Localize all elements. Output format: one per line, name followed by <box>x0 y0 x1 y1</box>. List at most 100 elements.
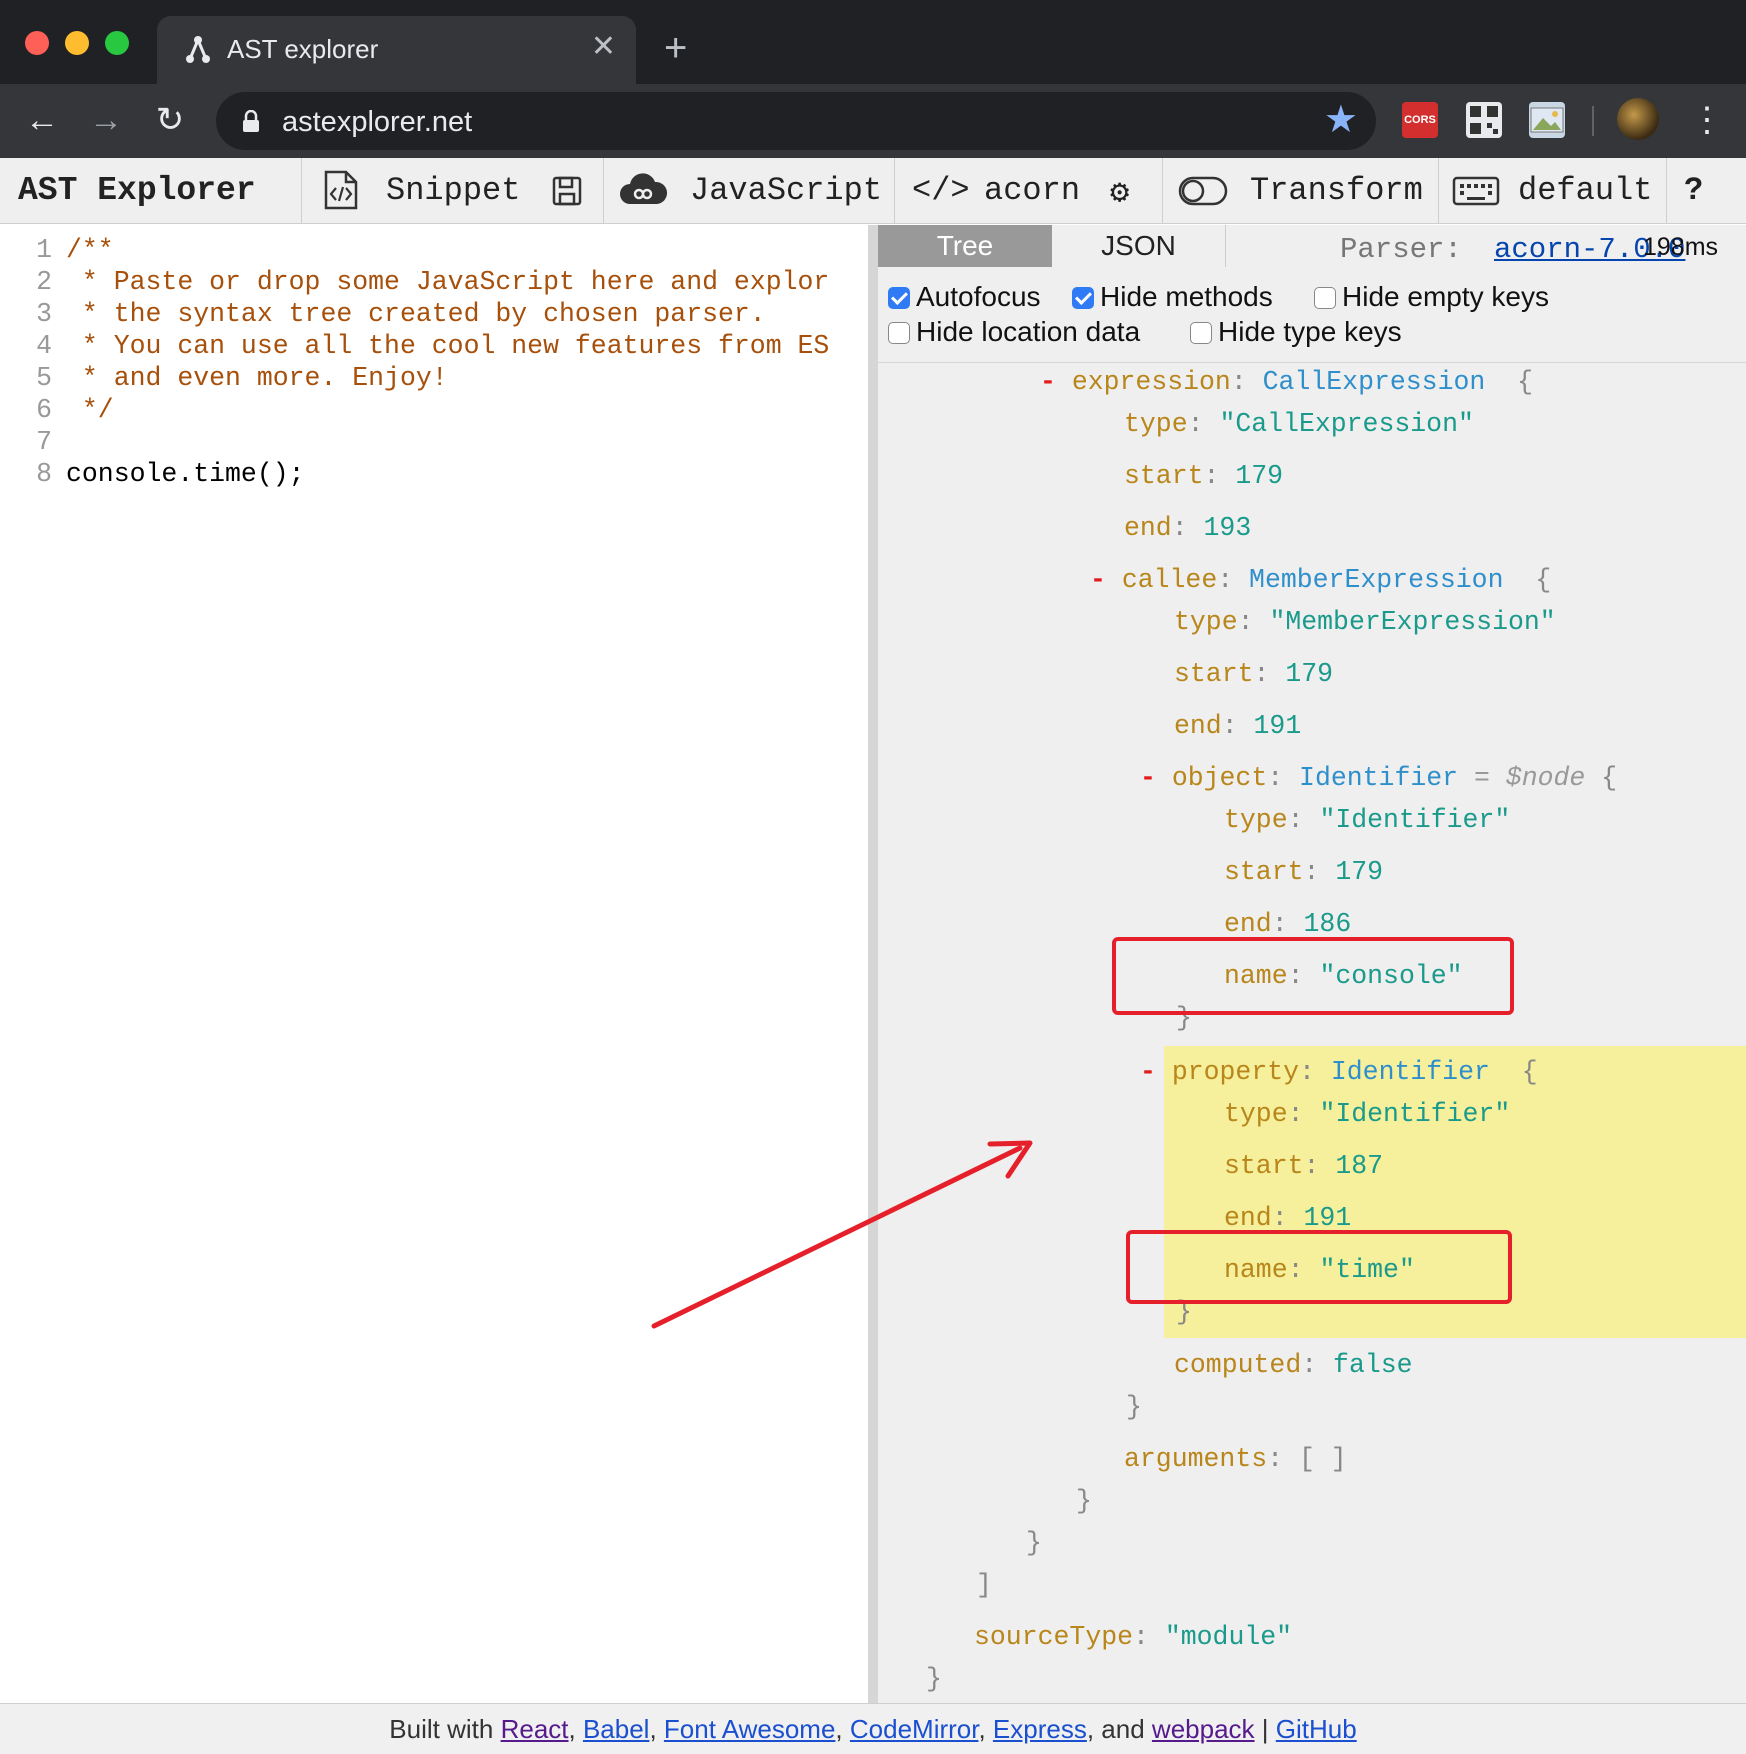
line-text: * Paste or drop some JavaScript here and… <box>66 267 830 297</box>
brace: } <box>1026 1528 1042 1558</box>
snippet-menu[interactable]: Snippet <box>386 172 520 209</box>
colon: : <box>1203 461 1220 491</box>
collapse-toggle[interactable]: - <box>1140 1057 1156 1087</box>
tree-prop: type: "Identifier" <box>1224 1098 1510 1130</box>
prop-key: end <box>1124 513 1172 543</box>
address-bar[interactable]: astexplorer.net ★ <box>216 92 1376 150</box>
line-number: 4 <box>36 331 52 361</box>
profile-avatar[interactable] <box>1617 98 1659 140</box>
tree-prop: type: "CallExpression" <box>1124 408 1474 440</box>
footer-link-express[interactable]: Express <box>993 1714 1087 1744</box>
prop-value: "CallExpression" <box>1219 409 1474 439</box>
open-brace: { <box>1517 367 1534 397</box>
prop-key: computed <box>1174 1350 1302 1380</box>
output-panel: Tree JSON Parser: acorn-7.0.0 198ms Auto… <box>878 225 1746 1703</box>
prop-key: type <box>1224 805 1288 835</box>
browser-tab-bar: AST explorer ✕ + <box>0 0 1746 84</box>
transform-toggle[interactable]: Transform <box>1250 172 1423 209</box>
prop-value: "module" <box>1164 1622 1293 1652</box>
tree-prop-arguments[interactable]: arguments: [ ] <box>1124 1443 1347 1475</box>
node-type: MemberExpression <box>1249 565 1504 595</box>
help-icon[interactable]: ? <box>1684 172 1703 209</box>
gear-icon[interactable]: ⚙ <box>1110 172 1129 212</box>
prop-value: 186 <box>1303 909 1352 939</box>
browser-toolbar: ← → ↻ astexplorer.net ★ CORS ⋮ <box>0 84 1746 158</box>
app-header: AST Explorer Snippet JavaScript </> acor… <box>0 158 1746 224</box>
footer-link-github[interactable]: GitHub <box>1276 1714 1357 1744</box>
node-key: property <box>1171 1057 1300 1087</box>
cloud-icon[interactable] <box>618 170 668 210</box>
annotation-box-time <box>1126 1230 1512 1304</box>
star-icon[interactable]: ★ <box>1324 98 1358 142</box>
colon: : <box>1267 1444 1284 1474</box>
qr-code-extension-icon[interactable] <box>1466 102 1502 138</box>
colon: : <box>1301 1350 1318 1380</box>
prop-key: type <box>1124 409 1188 439</box>
language-select[interactable]: JavaScript <box>690 172 882 209</box>
tree-node-object[interactable]: - object: Identifier = $node { <box>1140 762 1617 794</box>
plus-icon[interactable]: + <box>664 28 687 68</box>
prop-key: start <box>1224 857 1304 887</box>
zoom-window-button[interactable] <box>105 31 129 55</box>
forward-icon[interactable]: → <box>86 100 126 140</box>
prop-key: type <box>1174 607 1238 637</box>
collapse-toggle[interactable]: - <box>1140 763 1156 793</box>
colon: : <box>1271 1203 1288 1233</box>
keyboard-icon[interactable] <box>1452 170 1500 210</box>
cors-extension-icon[interactable]: CORS <box>1402 102 1438 138</box>
close-icon[interactable]: ✕ <box>591 32 616 62</box>
tree-prop: start: 179 <box>1124 460 1283 492</box>
node-key: object <box>1171 763 1268 793</box>
close-brace: } <box>1076 1485 1092 1517</box>
file-code-icon[interactable] <box>320 170 360 210</box>
minimize-window-button[interactable] <box>65 31 89 55</box>
close-brace: } <box>1026 1527 1042 1559</box>
annotation-box-console <box>1112 937 1514 1015</box>
save-icon[interactable] <box>552 170 582 210</box>
keymap-select[interactable]: default <box>1518 172 1652 209</box>
header-divider <box>894 158 895 224</box>
header-divider <box>301 158 302 224</box>
footer-link-codemirror[interactable]: CodeMirror <box>850 1714 979 1744</box>
node-ref: = $node <box>1473 763 1586 793</box>
image-extension-icon[interactable] <box>1529 102 1565 138</box>
tree-node-callee[interactable]: - callee: MemberExpression { <box>1090 564 1551 596</box>
footer-link-babel[interactable]: Babel <box>583 1714 650 1744</box>
node-key: expression <box>1071 367 1231 397</box>
url-text: astexplorer.net <box>282 106 473 138</box>
prop-key: end <box>1224 1203 1272 1233</box>
lock-icon <box>243 110 259 132</box>
close-window-button[interactable] <box>25 31 49 55</box>
code-editor[interactable]: 1 /** 2 * Paste or drop some JavaScript h… <box>0 225 868 1703</box>
prop-key: start <box>1124 461 1204 491</box>
app-title: AST Explorer <box>18 172 256 209</box>
footer-link-font-awesome[interactable]: Font Awesome <box>664 1714 836 1744</box>
colon: : <box>1237 607 1254 637</box>
tree-prop: type: "MemberExpression" <box>1174 606 1556 638</box>
tree-node-property[interactable]: - property: Identifier { <box>1140 1056 1538 1088</box>
prop-value: 191 <box>1253 711 1302 741</box>
collapse-toggle[interactable]: - <box>1040 367 1056 397</box>
brace: } <box>1126 1392 1142 1422</box>
pane-resize-handle[interactable] <box>868 225 878 1703</box>
collapse-toggle[interactable]: - <box>1090 565 1106 595</box>
code-icon[interactable]: </> <box>912 172 970 209</box>
footer-link-webpack[interactable]: webpack <box>1152 1714 1255 1744</box>
line-text: /** <box>66 235 114 265</box>
reload-icon[interactable]: ↻ <box>150 100 190 140</box>
brace: } <box>1076 1486 1092 1516</box>
footer-link-react[interactable]: React <box>501 1714 569 1744</box>
more-icon[interactable]: ⋮ <box>1690 100 1724 140</box>
tree-node-expression[interactable]: - expression: CallExpression { <box>1040 366 1533 398</box>
close-bracket: ] <box>976 1569 992 1601</box>
colon: : <box>1253 659 1270 689</box>
tree-prop: start: 179 <box>1174 658 1333 690</box>
close-brace: } <box>1126 1391 1142 1423</box>
back-icon[interactable]: ← <box>22 100 62 140</box>
colon: : <box>1171 513 1188 543</box>
line-number: 7 <box>36 427 52 457</box>
parser-select[interactable]: acorn <box>984 172 1080 209</box>
browser-tab[interactable]: AST explorer ✕ <box>157 16 636 84</box>
toggle-off-icon[interactable] <box>1178 170 1228 210</box>
line-text: * and even more. Enjoy! <box>66 363 448 393</box>
